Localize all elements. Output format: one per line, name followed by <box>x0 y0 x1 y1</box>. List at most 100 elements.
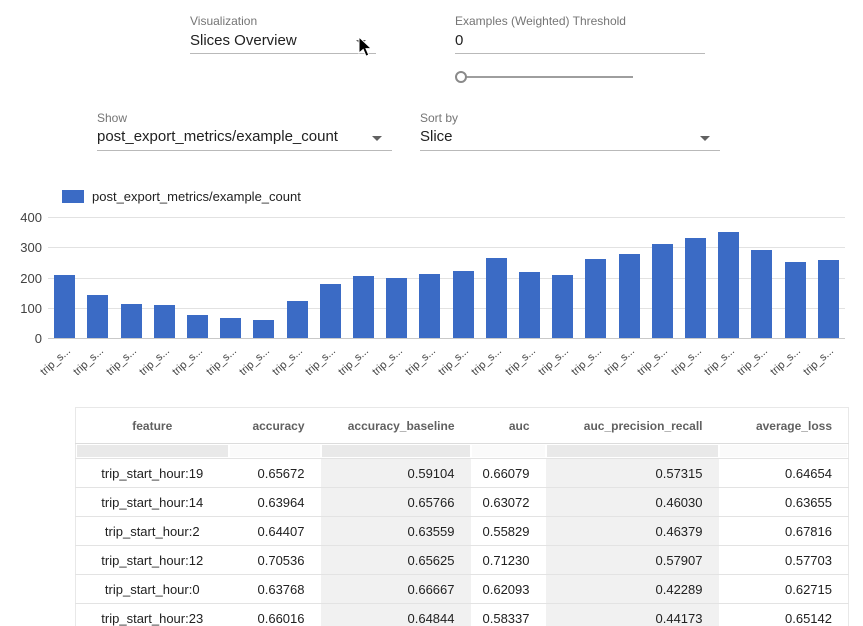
chart-bar[interactable] <box>585 259 606 338</box>
chart-bar[interactable] <box>453 271 474 338</box>
column-header[interactable]: auc <box>471 408 546 444</box>
threshold-value: 0 <box>455 32 463 49</box>
filter-cell <box>321 444 471 459</box>
table-cell: trip_start_hour:23 <box>76 604 229 626</box>
table-cell: 0.66079 <box>471 459 546 488</box>
threshold-input[interactable]: 0 <box>455 32 705 54</box>
table-cell: 0.65142 <box>719 604 849 626</box>
column-header[interactable]: feature <box>76 408 229 444</box>
visualization-select[interactable]: Slices Overview <box>190 32 376 54</box>
chart-bar[interactable] <box>751 250 772 338</box>
table-cell: trip_start_hour:14 <box>76 488 229 517</box>
table-cell: 0.62093 <box>471 575 546 604</box>
chart-bar[interactable] <box>386 278 407 339</box>
chart-bar[interactable] <box>54 275 75 338</box>
table-row[interactable]: trip_start_hour:120.705360.656250.712300… <box>76 546 849 575</box>
gridline <box>48 338 845 339</box>
table-cell: trip_start_hour:19 <box>76 459 229 488</box>
table-row[interactable]: trip_start_hour:20.644070.635590.558290.… <box>76 517 849 546</box>
column-header[interactable]: accuracy <box>229 408 321 444</box>
chart-bar[interactable] <box>121 304 142 338</box>
table-cell: 0.70536 <box>229 546 321 575</box>
chart-bar[interactable] <box>486 258 507 338</box>
visualization-label: Visualization <box>190 14 257 28</box>
table-filter-row <box>76 444 849 459</box>
column-header[interactable]: accuracy_baseline <box>321 408 471 444</box>
chart-bar[interactable] <box>287 301 308 338</box>
column-filter-input[interactable] <box>230 445 320 457</box>
filter-cell <box>719 444 849 459</box>
table-cell: 0.58337 <box>471 604 546 626</box>
table-cell: 0.64844 <box>321 604 471 626</box>
column-filter-input[interactable] <box>77 445 228 457</box>
chart-bar[interactable] <box>87 295 108 338</box>
chevron-down-icon <box>372 136 382 141</box>
slider-thumb[interactable] <box>455 71 467 83</box>
table-cell: 0.57703 <box>719 546 849 575</box>
chart-bar[interactable] <box>552 275 573 338</box>
slider-track[interactable] <box>461 76 633 78</box>
column-filter-input[interactable] <box>322 445 470 457</box>
chart-bar[interactable] <box>619 254 640 338</box>
y-axis-tick-label: 300 <box>2 240 42 255</box>
table-cell: 0.44173 <box>546 604 719 626</box>
chart-bar[interactable] <box>785 262 806 338</box>
chart-bar[interactable] <box>519 272 540 338</box>
column-header[interactable]: auc_precision_recall <box>546 408 719 444</box>
chart-bar[interactable] <box>353 276 374 338</box>
chart-bar[interactable] <box>154 305 175 338</box>
table-row[interactable]: trip_start_hour:140.639640.657660.630720… <box>76 488 849 517</box>
threshold-slider[interactable] <box>455 69 633 84</box>
threshold-label: Examples (Weighted) Threshold <box>455 14 626 28</box>
table-header-row: featureaccuracyaccuracy_baselineaucauc_p… <box>76 408 849 444</box>
sort-by-value: Slice <box>420 128 453 145</box>
chart-bar[interactable] <box>419 274 440 338</box>
y-axis-tick-label: 400 <box>2 210 42 225</box>
table-cell: 0.59104 <box>321 459 471 488</box>
chart-bar[interactable] <box>320 284 341 338</box>
table-row[interactable]: trip_start_hour:190.656720.591040.660790… <box>76 459 849 488</box>
table-cell: 0.66667 <box>321 575 471 604</box>
table-cell: 0.63964 <box>229 488 321 517</box>
table-cell: 0.67816 <box>719 517 849 546</box>
filter-cell <box>76 444 229 459</box>
table-cell: 0.46379 <box>546 517 719 546</box>
table-cell: 0.63768 <box>229 575 321 604</box>
legend-swatch <box>62 190 84 203</box>
table-cell: 0.64407 <box>229 517 321 546</box>
show-metric-select[interactable]: post_export_metrics/example_count <box>97 128 392 151</box>
chart-legend: post_export_metrics/example_count <box>62 189 301 204</box>
table-cell: 0.55829 <box>471 517 546 546</box>
table-cell: 0.65625 <box>321 546 471 575</box>
table-cell: 0.71230 <box>471 546 546 575</box>
column-header[interactable]: average_loss <box>719 408 849 444</box>
table-cell: 0.42289 <box>546 575 719 604</box>
mouse-cursor <box>358 36 374 63</box>
filter-cell <box>471 444 546 459</box>
column-filter-input[interactable] <box>720 445 848 457</box>
table-row[interactable]: trip_start_hour:230.660160.648440.583370… <box>76 604 849 626</box>
table-cell: trip_start_hour:2 <box>76 517 229 546</box>
slices-bar-chart: post_export_metrics/example_count 010020… <box>0 185 863 400</box>
show-metric-value: post_export_metrics/example_count <box>97 128 338 145</box>
chart-bar[interactable] <box>652 244 673 338</box>
sort-by-label: Sort by <box>420 111 458 125</box>
table-cell: 0.63655 <box>719 488 849 517</box>
y-axis-tick-label: 0 <box>2 331 42 346</box>
column-filter-input[interactable] <box>472 445 545 457</box>
chart-bar[interactable] <box>685 238 706 338</box>
chart-bar[interactable] <box>220 318 241 338</box>
table-row[interactable]: trip_start_hour:00.637680.666670.620930.… <box>76 575 849 604</box>
table-cell: 0.63559 <box>321 517 471 546</box>
chart-bar[interactable] <box>718 232 739 338</box>
chart-bar[interactable] <box>187 315 208 338</box>
chart-bar[interactable] <box>818 260 839 338</box>
sort-by-select[interactable]: Slice <box>420 128 720 151</box>
chart-plot <box>48 218 845 339</box>
gridline <box>48 217 845 218</box>
table-cell: 0.57907 <box>546 546 719 575</box>
chart-bar[interactable] <box>253 320 274 338</box>
column-filter-input[interactable] <box>547 445 718 457</box>
y-axis-tick-label: 200 <box>2 271 42 286</box>
show-label: Show <box>97 111 127 125</box>
